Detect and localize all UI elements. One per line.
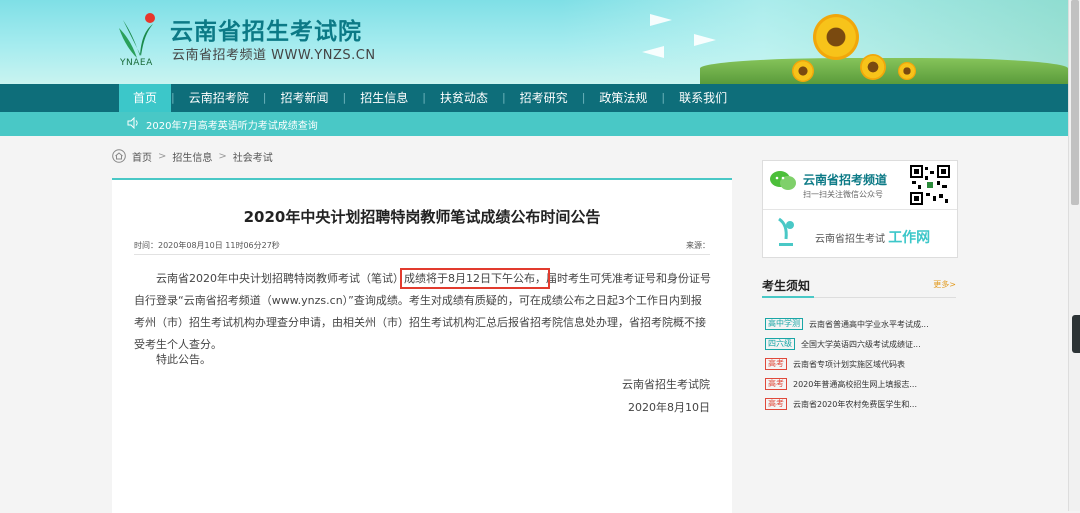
highlighted-release-time: 成绩将于8月12日下午公布， xyxy=(400,268,550,289)
article-paragraph: 云南省2020年中央计划招聘特岗教师考试（笔试）成绩将于8月12日下午公布，届时… xyxy=(134,268,712,356)
nav-list: 首页 | 云南招考院 | 招考新闻 | 招生信息 | 扶贫动态 | 招考研究 |… xyxy=(119,84,741,112)
notice-underline xyxy=(762,296,814,298)
nav-item-poverty-relief[interactable]: 扶贫动态 xyxy=(426,84,502,112)
work-network-accent: 工作网 xyxy=(888,230,931,246)
sunflower-icon xyxy=(898,62,916,80)
notice-text: 全国大学英语四六级考试成绩证... xyxy=(801,339,921,349)
nav-item-news[interactable]: 招考新闻 xyxy=(266,84,342,112)
article-meta: 时间：2020年08月10日 11时06分27秒 来源： xyxy=(134,240,710,255)
nav-item-research[interactable]: 招考研究 xyxy=(506,84,582,112)
announcement-ticker: 2020年7月高考英语听力考试成绩查询 xyxy=(0,112,1068,136)
nav-item-contact[interactable]: 联系我们 xyxy=(665,84,741,112)
main-nav: 首页 | 云南招考院 | 招考新闻 | 招生信息 | 扶贫动态 | 招考研究 |… xyxy=(0,84,1068,112)
article-panel: 2020年中央计划招聘特岗教师笔试成绩公布时间公告 时间：2020年08月10日… xyxy=(112,178,732,513)
ticker-link[interactable]: 2020年7月高考英语听力考试成绩查询 xyxy=(146,117,318,132)
breadcrumb-separator: > xyxy=(158,150,167,162)
list-item[interactable]: 高考 云南省专项计划实施区域代码表 xyxy=(765,354,955,374)
sunflower-icon xyxy=(860,54,886,80)
paper-plane-icon xyxy=(650,14,672,26)
article-closing: 特此公告。 xyxy=(156,353,211,366)
nav-item-policy[interactable]: 政策法规 xyxy=(585,84,661,112)
list-item[interactable]: 高考 云南省2020年农村免费医学生和... xyxy=(765,394,955,414)
wechat-qr-card: 云南省招考频道 扫一扫关注微信公众号 云南省招生考试 工作网 xyxy=(762,160,958,258)
list-item[interactable]: 高中学测 云南省普通高中学业水平考试成... xyxy=(765,314,955,334)
nav-item-home[interactable]: 首页 xyxy=(119,84,172,112)
qr-title: 云南省招考频道 xyxy=(803,173,888,187)
side-float-tab[interactable] xyxy=(1072,315,1080,353)
signature-date: 2020年8月10日 xyxy=(628,401,710,414)
nav-item-admissions[interactable]: 招生信息 xyxy=(346,84,422,112)
notice-tag: 高考 xyxy=(765,358,787,370)
paragraph-text: 云南省2020年中央计划招聘特岗教师考试（笔试） xyxy=(156,272,404,285)
notice-list: 高中学测 云南省普通高中学业水平考试成... 四六级 全国大学英语四六级考试成绩… xyxy=(765,314,955,414)
scrollbar-thumb[interactable] xyxy=(1071,0,1079,205)
notice-header: 考生须知 更多> xyxy=(762,277,956,298)
breadcrumb-admissions[interactable]: 招生信息 xyxy=(172,149,212,164)
speaker-icon xyxy=(127,117,138,129)
notice-text: 云南省专项计划实施区域代码表 xyxy=(793,359,905,369)
notice-tag: 四六级 xyxy=(765,338,795,350)
sunflower-icon xyxy=(813,14,859,60)
site-subtitle: 云南省招考频道 WWW.YNZS.CN xyxy=(172,48,376,63)
article-source: 来源： xyxy=(686,241,710,250)
more-link[interactable]: 更多> xyxy=(933,279,956,290)
list-item[interactable]: 四六级 全国大学英语四六级考试成绩证... xyxy=(765,334,955,354)
work-network-link[interactable]: 云南省招生考试 工作网 xyxy=(815,227,930,247)
sunflower-icon xyxy=(792,60,814,82)
breadcrumb-home[interactable]: 首页 xyxy=(132,149,152,164)
wechat-qr-banner[interactable]: 云南省招考频道 扫一扫关注微信公众号 xyxy=(763,161,957,210)
notice-title: 考生须知 xyxy=(762,279,811,293)
work-network-prefix: 云南省招生考试 xyxy=(815,234,885,245)
list-item[interactable]: 高考 2020年普通高校招生网上填报志... xyxy=(765,374,955,394)
notice-text: 云南省2020年农村免费医学生和... xyxy=(793,399,917,409)
notice-tag: 高考 xyxy=(765,398,787,410)
nav-item-yunnan-exam-institute[interactable]: 云南招考院 xyxy=(175,84,263,112)
logo-text: YNAEA xyxy=(120,58,153,68)
notice-text: 2020年普通高校招生网上填报志... xyxy=(793,379,917,389)
vertical-scrollbar[interactable] xyxy=(1068,0,1080,511)
breadcrumb: 首页 > 招生信息 > 社会考试 xyxy=(112,148,273,164)
qr-subtitle: 扫一扫关注微信公众号 xyxy=(803,190,883,199)
qr-code-icon xyxy=(909,164,951,206)
work-network-logo-icon xyxy=(778,217,794,246)
signature-organization: 云南省招生考试院 xyxy=(622,378,710,391)
notice-text: 云南省普通高中学业水平考试成... xyxy=(809,319,929,329)
notice-tag: 高考 xyxy=(765,378,787,390)
paper-plane-icon xyxy=(694,34,716,46)
home-icon xyxy=(112,149,126,163)
site-header: YNAEA 云南省招生考试院 云南省招考频道 WWW.YNZS.CN xyxy=(0,0,1068,84)
article-title: 2020年中央计划招聘特岗教师笔试成绩公布时间公告 xyxy=(243,208,601,226)
breadcrumb-separator: > xyxy=(218,150,227,162)
article-time: 时间：2020年08月10日 11时06分27秒 xyxy=(134,241,280,250)
breadcrumb-social-exams[interactable]: 社会考试 xyxy=(233,149,273,164)
site-title[interactable]: 云南省招生考试院 xyxy=(170,12,362,46)
notice-tag: 高中学测 xyxy=(765,318,803,330)
wechat-icon xyxy=(770,171,796,190)
paper-plane-icon xyxy=(642,46,664,58)
